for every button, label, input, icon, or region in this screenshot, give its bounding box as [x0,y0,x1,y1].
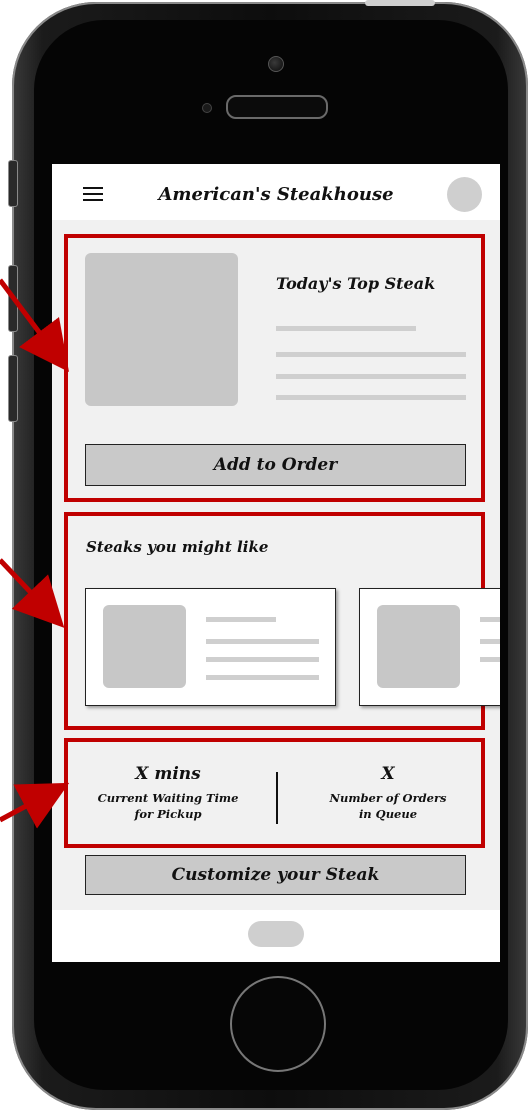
queue-count-value: X [381,764,395,784]
app-title: American's Steakhouse [158,184,394,205]
text-placeholder-line [480,639,500,644]
home-button[interactable] [230,976,326,1072]
mute-switch [8,160,18,207]
queue-count-label-line2: in Queue [358,807,418,821]
steak-thumbnail [103,605,186,688]
customize-steak-button[interactable]: Customize your Steak [85,855,466,895]
text-placeholder-line [276,395,466,400]
stats-divider [276,772,278,824]
home-indicator [248,921,304,947]
queue-count-label-line1: Number of Orders [329,791,447,805]
text-placeholder-line [206,639,319,644]
text-placeholder-line [276,374,466,379]
text-placeholder-line [206,675,319,680]
steak-thumbnail [377,605,460,688]
volume-up-button [8,265,18,332]
power-button [365,0,435,6]
recommendation-card[interactable] [85,588,336,706]
earpiece-speaker [226,95,328,119]
featured-steak-image [85,253,238,406]
waiting-time-label: Current Waiting Time for Pickup [76,790,260,822]
text-placeholder-line [206,617,276,622]
add-to-order-button[interactable]: Add to Order [85,444,466,486]
waiting-time-label-line1: Current Waiting Time [97,791,239,805]
waiting-time-value: X mins [135,764,201,784]
text-placeholder-line [276,326,416,331]
recommendations-title: Steaks you might like [86,538,269,556]
text-placeholder-line [480,617,500,622]
camera-icon [268,56,284,72]
content-area: Today's Top Steak Add to Order Steaks yo… [52,220,500,910]
app-screen: American's Steakhouse Today's Top Steak … [52,164,500,962]
text-placeholder-line [276,352,466,357]
waiting-time-label-line2: for Pickup [134,807,202,821]
volume-down-button [8,355,18,422]
text-placeholder-line [206,657,319,662]
queue-count-label: Number of Orders in Queue [298,790,478,822]
sensor-icon [202,103,212,113]
app-header: American's Steakhouse [52,164,500,220]
text-placeholder-line [480,657,500,662]
user-avatar-icon[interactable] [447,177,482,212]
recommendation-card[interactable] [359,588,500,706]
featured-title: Today's Top Steak [276,274,436,293]
